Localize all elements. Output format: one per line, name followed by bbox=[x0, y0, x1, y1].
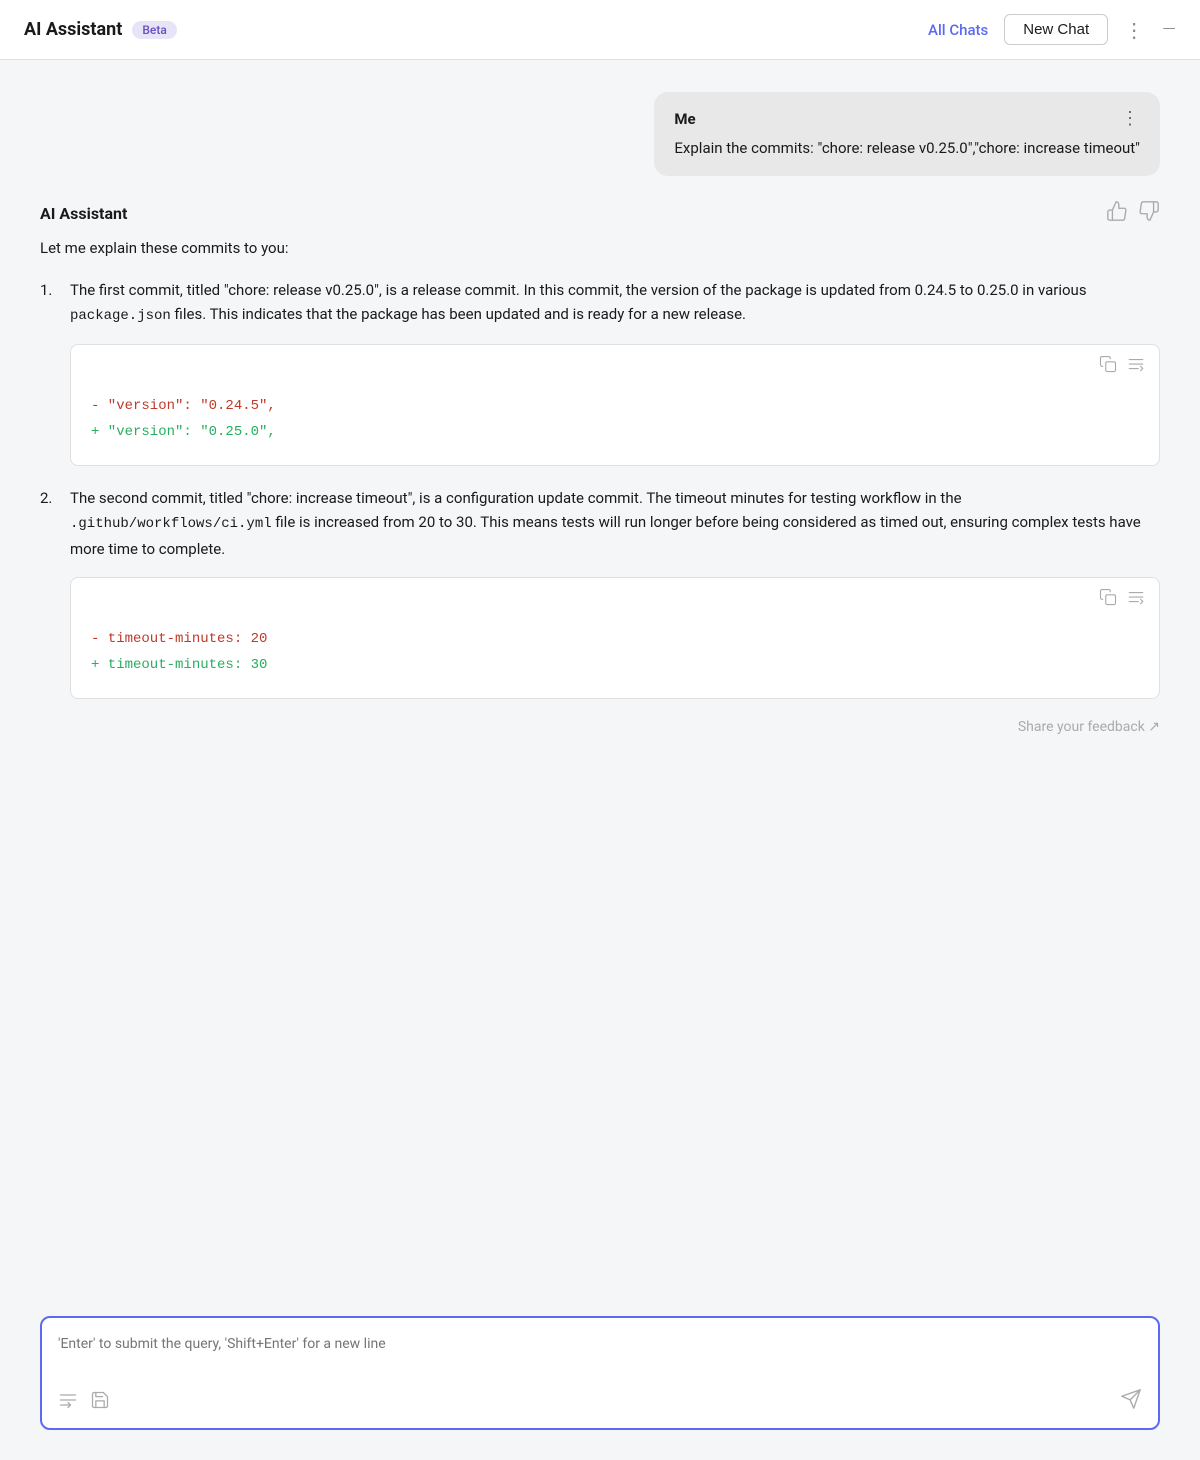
input-area bbox=[40, 1316, 1160, 1430]
header-right: All Chats New Chat ⋮ — bbox=[928, 14, 1176, 45]
code-block-1: - "version": "0.24.5", + "version": "0.2… bbox=[70, 344, 1160, 465]
ai-list-item-2: 2. The second commit, titled "chore: inc… bbox=[40, 486, 1160, 562]
copy-icon-1[interactable] bbox=[1099, 355, 1117, 378]
code-block-content-1: - "version": "0.24.5", + "version": "0.2… bbox=[71, 384, 1159, 464]
save-icon[interactable] bbox=[90, 1390, 110, 1415]
more-options-icon[interactable]: ⋮ bbox=[1124, 18, 1146, 42]
diff-icon-2[interactable] bbox=[1127, 588, 1145, 611]
ai-response-container: AI Assistant Let me explain these commit… bbox=[40, 200, 1160, 755]
message-options-icon[interactable]: ⋮ bbox=[1121, 108, 1140, 129]
user-message-header: Me ⋮ bbox=[674, 108, 1140, 129]
code-inline-2: .github/workflows/ci.yml bbox=[70, 516, 272, 532]
beta-badge: Beta bbox=[132, 21, 176, 39]
code-block-2: - timeout-minutes: 20 + timeout-minutes:… bbox=[70, 577, 1160, 698]
code-line-added-2: + timeout-minutes: 30 bbox=[91, 653, 1139, 678]
app-header: AI Assistant Beta All Chats New Chat ⋮ — bbox=[0, 0, 1200, 60]
code-toolbar-1 bbox=[71, 345, 1159, 384]
new-chat-button[interactable]: New Chat bbox=[1004, 14, 1108, 45]
code-line-removed-1: - "version": "0.24.5", bbox=[91, 394, 1139, 419]
list-text-1: The first commit, titled "chore: release… bbox=[70, 278, 1160, 329]
main-content: Me ⋮ Explain the commits: "chore: releas… bbox=[0, 60, 1200, 1316]
list-number-2: 2. bbox=[40, 486, 60, 562]
app-title: AI Assistant bbox=[24, 19, 122, 40]
code-line-added-1: + "version": "0.25.0", bbox=[91, 420, 1139, 445]
share-feedback-container: Share your feedback ↗ bbox=[40, 719, 1160, 735]
input-toolbar-left bbox=[58, 1390, 110, 1415]
query-input[interactable] bbox=[58, 1334, 1142, 1376]
minimize-icon[interactable]: — bbox=[1162, 19, 1176, 40]
code-block-content-2: - timeout-minutes: 20 + timeout-minutes:… bbox=[71, 617, 1159, 697]
copy-icon-2[interactable] bbox=[1099, 588, 1117, 611]
code-toolbar-2 bbox=[71, 578, 1159, 617]
code-inline-1: package.json bbox=[70, 308, 171, 324]
ai-response-header: AI Assistant bbox=[40, 200, 1160, 228]
thumbs-up-icon[interactable] bbox=[1106, 200, 1128, 228]
code-line-removed-2: - timeout-minutes: 20 bbox=[91, 627, 1139, 652]
user-name: Me bbox=[674, 110, 695, 128]
ai-list-item-1: 1. The first commit, titled "chore: rele… bbox=[40, 278, 1160, 329]
header-left: AI Assistant Beta bbox=[24, 19, 177, 40]
send-button[interactable] bbox=[1120, 1388, 1142, 1416]
feedback-icons bbox=[1106, 200, 1160, 228]
all-chats-link[interactable]: All Chats bbox=[928, 21, 988, 39]
thumbs-down-icon[interactable] bbox=[1138, 200, 1160, 228]
input-toolbar bbox=[58, 1388, 1142, 1416]
user-message-bubble: Me ⋮ Explain the commits: "chore: releas… bbox=[654, 92, 1160, 176]
list-number-1: 1. bbox=[40, 278, 60, 329]
user-message-text: Explain the commits: "chore: release v0.… bbox=[674, 137, 1140, 160]
list-text-2: The second commit, titled "chore: increa… bbox=[70, 486, 1160, 562]
ai-intro-text: Let me explain these commits to you: bbox=[40, 236, 1160, 260]
share-feedback-link[interactable]: Share your feedback ↗ bbox=[1018, 719, 1160, 735]
prompt-library-icon[interactable] bbox=[58, 1390, 78, 1415]
diff-icon-1[interactable] bbox=[1127, 355, 1145, 378]
user-message-container: Me ⋮ Explain the commits: "chore: releas… bbox=[40, 92, 1160, 176]
ai-name: AI Assistant bbox=[40, 204, 127, 223]
